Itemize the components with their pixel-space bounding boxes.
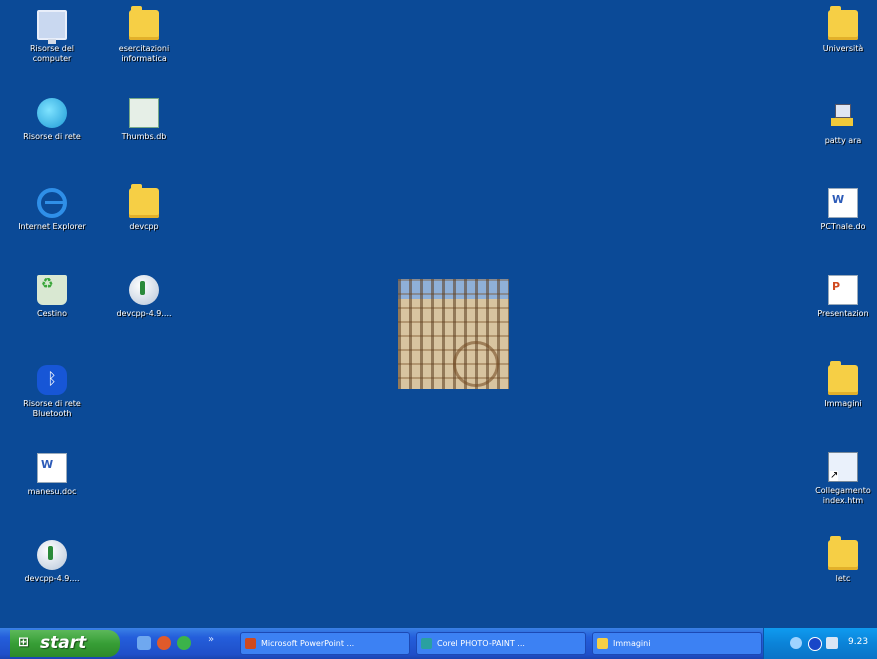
- desktop-icon-label: Collegamento index.htm: [815, 486, 871, 505]
- wallpaper-image: [398, 279, 509, 389]
- messenger-icon[interactable]: [177, 636, 191, 650]
- word-document-icon: [828, 188, 858, 218]
- desktop-icon-label: manesu.doc: [27, 487, 77, 496]
- shortcut-icon: [828, 452, 858, 482]
- desktop-icon-letc[interactable]: letc: [803, 536, 877, 584]
- desktop-icon-thumbs-db[interactable]: Thumbs.db: [104, 98, 184, 142]
- desktop-icon-label: letc: [835, 574, 851, 583]
- desktop-icon-label: Risorse di rete: [23, 132, 81, 141]
- desktop-icon-internet-explorer[interactable]: Internet Explorer: [12, 188, 92, 232]
- desktop-icon-devcpp-folder[interactable]: devcpp: [104, 184, 184, 232]
- media-player-icon[interactable]: [157, 636, 171, 650]
- desktop-icon-network-places[interactable]: Risorse di rete: [12, 98, 92, 142]
- folder-icon: [828, 6, 858, 40]
- desktop-icon-esercitazioni[interactable]: esercitazioni informatica: [104, 6, 184, 64]
- speaker-icon[interactable]: [826, 637, 838, 649]
- folder-icon: [129, 6, 159, 40]
- setup-icon: [129, 275, 159, 305]
- desktop-icon-label: devcpp-4.9....: [24, 574, 80, 583]
- quick-launch-chevron-icon[interactable]: »: [208, 634, 214, 645]
- shared-drive-icon: [828, 102, 858, 132]
- taskbar-button-label: Microsoft PowerPoint ...: [261, 639, 355, 648]
- desktop-icon-index-shortcut[interactable]: Collegamento index.htm: [803, 452, 877, 506]
- desktop-icon-manesu-doc[interactable]: manesu.doc: [12, 453, 92, 497]
- desktop-icon-label: PCTnale.do: [820, 222, 866, 231]
- my-computer-icon: [37, 10, 67, 44]
- internet-explorer-icon: [37, 188, 67, 218]
- network-icon[interactable]: [790, 637, 802, 649]
- folder-icon: [828, 361, 858, 395]
- desktop-icon-label: esercitazioni informatica: [118, 44, 170, 63]
- bluetooth-icon: ᛒ: [37, 365, 67, 395]
- desktop-icon-immagini[interactable]: Immagini: [803, 361, 877, 409]
- taskbar: ⊞ start » Microsoft PowerPoint ... Corel…: [0, 628, 877, 659]
- desktop-icon-label: Università: [822, 44, 864, 53]
- taskbar-button-photo-paint[interactable]: Corel PHOTO-PAINT ...: [416, 632, 586, 655]
- desktop-icon-label: devcpp: [129, 222, 159, 231]
- desktop-icon-bluetooth-places[interactable]: ᛒ Risorse di rete Bluetooth: [12, 365, 92, 419]
- taskbar-button-label: Immagini: [613, 639, 651, 648]
- windows-flag-icon: ⊞: [18, 635, 29, 650]
- folder-icon: [129, 184, 159, 218]
- word-document-icon: [37, 453, 67, 483]
- taskbar-button-label: Corel PHOTO-PAINT ...: [437, 639, 525, 648]
- powerpoint-icon: [245, 638, 256, 649]
- desktop-icon-label: Thumbs.db: [121, 132, 167, 141]
- desktop-icon-patty-ara[interactable]: patty ara: [803, 102, 877, 146]
- desktop-icon-label: Risorse del computer: [30, 44, 74, 63]
- desktop-icon-pctnale-doc[interactable]: PCTnale.do: [803, 188, 877, 232]
- bluetooth-icon[interactable]: [808, 637, 822, 651]
- setup-icon: [37, 540, 67, 570]
- start-button[interactable]: ⊞ start: [10, 630, 120, 657]
- folder-icon: [597, 638, 608, 649]
- desktop-icon-devcpp-setup-2[interactable]: devcpp-4.9....: [12, 540, 92, 584]
- system-tray: 9.23: [763, 628, 877, 659]
- desktop-icon-label: Cestino: [37, 309, 67, 318]
- recycle-bin-icon: [37, 275, 67, 305]
- powerpoint-icon: [828, 275, 858, 305]
- file-icon: [129, 98, 159, 128]
- desktop-icon-presentazione[interactable]: Presentazion: [803, 275, 877, 319]
- desktop[interactable]: Risorse del computer esercitazioni infor…: [0, 0, 877, 628]
- desktop-icon-label: Internet Explorer: [18, 222, 86, 231]
- desktop-icon-label: devcpp-4.9....: [116, 309, 172, 318]
- photo-paint-icon: [421, 638, 432, 649]
- desktop-icon-devcpp-setup[interactable]: devcpp-4.9....: [104, 275, 184, 319]
- desktop-icon-label: Risorse di rete Bluetooth: [23, 399, 81, 418]
- desktop-icon-label: patty ara: [824, 136, 862, 145]
- start-label: start: [40, 633, 87, 653]
- folder-icon: [828, 536, 858, 570]
- desktop-icon-label: Presentazion: [817, 309, 869, 318]
- desktop-icon-recycle-bin[interactable]: Cestino: [12, 275, 92, 319]
- taskbar-button-immagini[interactable]: Immagini: [592, 632, 762, 655]
- network-places-icon: [37, 98, 67, 128]
- taskbar-button-powerpoint[interactable]: Microsoft PowerPoint ...: [240, 632, 410, 655]
- desktop-icon-label: Immagini: [824, 399, 862, 408]
- desktop-icon-universita[interactable]: Università: [803, 6, 877, 54]
- desktop-icon-my-computer[interactable]: Risorse del computer: [12, 10, 92, 64]
- show-desktop-icon[interactable]: [137, 636, 151, 650]
- clock[interactable]: 9.23: [848, 637, 868, 647]
